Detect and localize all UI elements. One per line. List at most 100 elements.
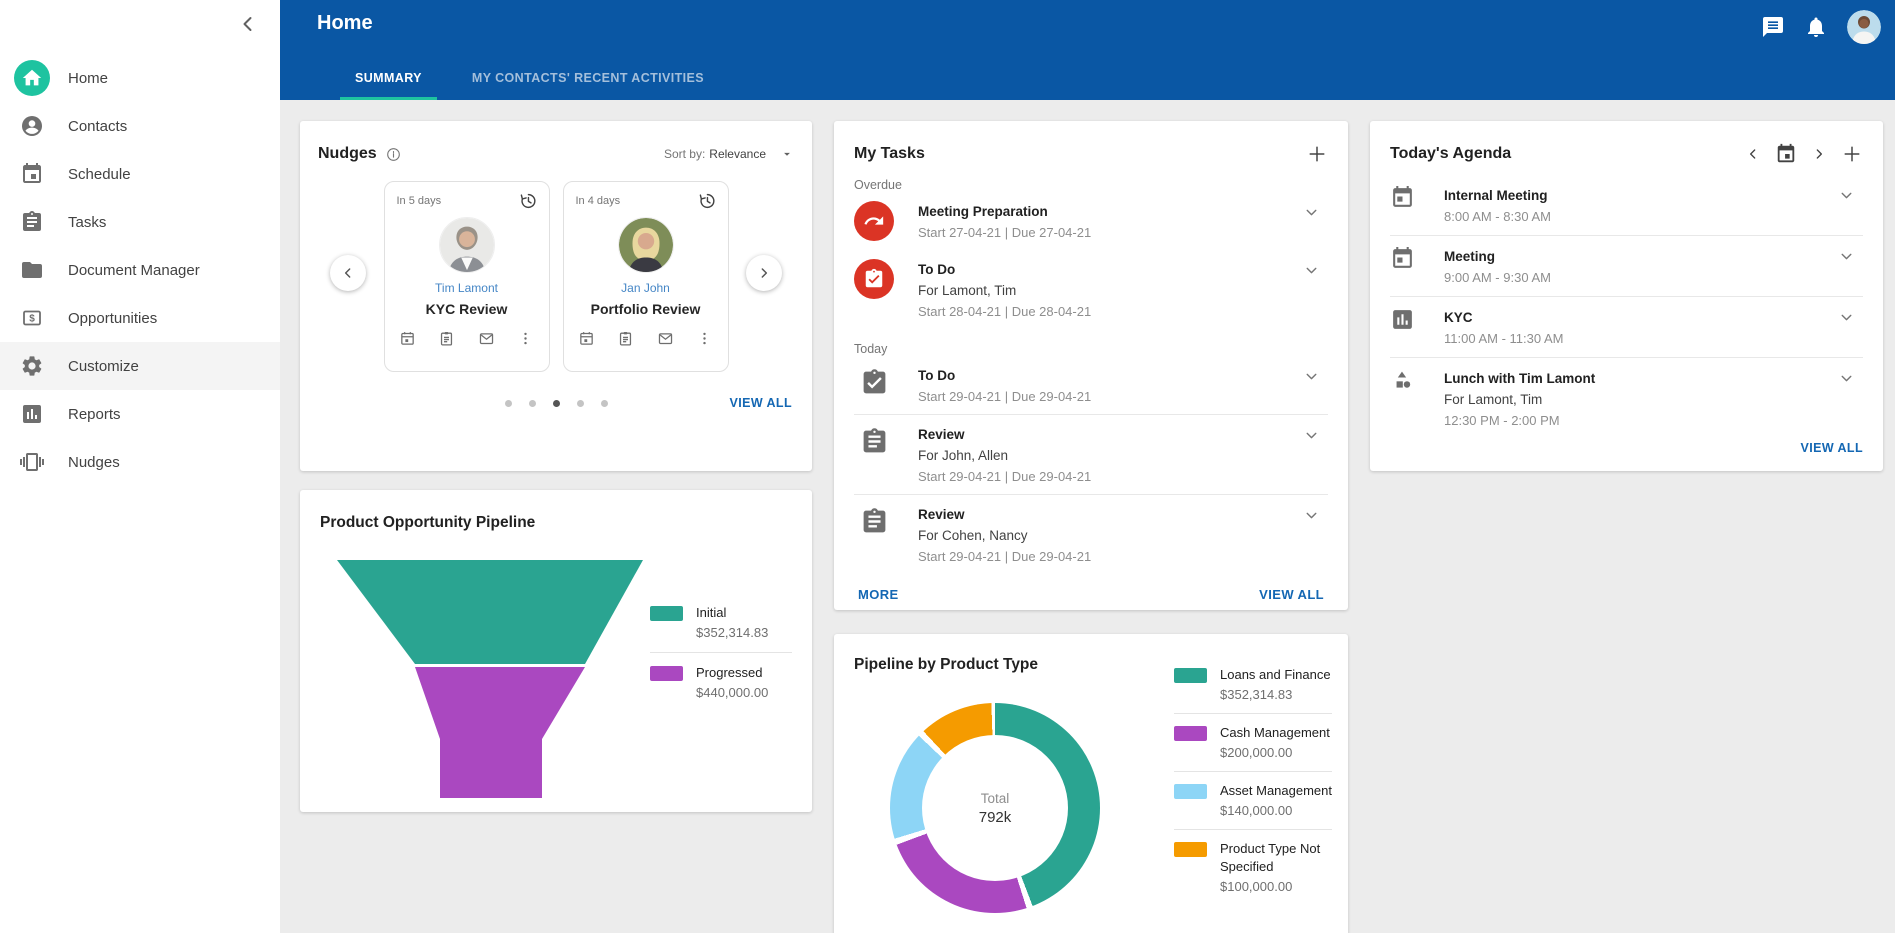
nudge-topic: KYC Review — [397, 301, 537, 317]
notifications-bell-icon[interactable] — [1804, 15, 1828, 39]
tasks-more-link[interactable]: MORE — [858, 587, 899, 602]
task-dates: Start 29-04-21 | Due 29-04-21 — [918, 386, 1091, 407]
carousel-dot[interactable] — [529, 400, 536, 407]
carousel-dot[interactable] — [601, 400, 608, 407]
task-row[interactable]: To Do For Lamont, Tim Start 28-04-21 | D… — [854, 250, 1328, 329]
nudge-due-label: In 4 days — [576, 195, 621, 207]
more-options-kebab-icon[interactable] — [517, 330, 534, 347]
email-action-icon[interactable] — [657, 330, 674, 347]
sidebar-item-label: Opportunities — [68, 310, 157, 327]
sidebar-item-label: Customize — [68, 358, 139, 375]
expand-chevron-icon[interactable] — [1838, 309, 1855, 326]
tasks-view-all-link[interactable]: VIEW ALL — [1259, 587, 1324, 602]
calendar-icon — [14, 156, 50, 192]
nudges-view-all-link[interactable]: VIEW ALL — [730, 396, 792, 410]
expand-chevron-icon[interactable] — [1303, 427, 1320, 444]
agenda-calendar-icon[interactable] — [1775, 143, 1797, 165]
sidebar-item-tasks[interactable]: Tasks — [0, 198, 280, 246]
more-options-kebab-icon[interactable] — [696, 330, 713, 347]
sidebar-item-home[interactable]: Home — [0, 54, 280, 102]
donut-chart-title: Pipeline by Product Type — [854, 656, 1038, 674]
agenda-prev-day-icon[interactable] — [1745, 146, 1761, 162]
opportunity-pipeline-card: Product Opportunity Pipeline Initial $35… — [300, 490, 812, 812]
funnel-legend: Initial $352,314.83 Progressed $440,000.… — [650, 593, 792, 712]
agenda-add-plus-icon[interactable] — [1841, 143, 1863, 165]
chat-icon[interactable] — [1761, 15, 1785, 39]
tab-recent-activities[interactable]: MY CONTACTS' RECENT ACTIVITIES — [457, 71, 719, 100]
pipeline-by-product-type-card: Pipeline by Product Type Total 792k Loan… — [834, 634, 1348, 933]
page-title: Home — [317, 12, 373, 35]
schedule-action-icon[interactable] — [399, 330, 416, 347]
carousel-dot[interactable] — [577, 400, 584, 407]
expand-chevron-icon[interactable] — [1303, 204, 1320, 221]
agenda-row[interactable]: Lunch with Tim Lamont For Lamont, Tim 12… — [1390, 357, 1863, 439]
legend-item-initial: Initial $352,314.83 — [650, 593, 792, 652]
sidebar-item-document-manager[interactable]: Document Manager — [0, 246, 280, 294]
legend-value: $140,000.00 — [1220, 802, 1332, 819]
tasks-section-overdue: Overdue — [854, 178, 1328, 192]
task-row[interactable]: Review For John, Allen Start 29-04-21 | … — [854, 414, 1328, 494]
expand-chevron-icon[interactable] — [1838, 187, 1855, 204]
email-action-icon[interactable] — [478, 330, 495, 347]
carousel-prev-button[interactable] — [330, 255, 366, 291]
nudge-card-kyc-review[interactable]: In 5 days Tim Lamont — [384, 181, 550, 372]
funnel-chart-title: Product Opportunity Pipeline — [320, 514, 535, 532]
expand-chevron-icon[interactable] — [1838, 248, 1855, 265]
user-avatar[interactable] — [1847, 10, 1881, 44]
task-action-icon[interactable] — [438, 330, 455, 347]
event-time: 12:30 PM - 2:00 PM — [1444, 410, 1595, 431]
agenda-row[interactable]: Internal Meeting 8:00 AM - 8:30 AM — [1390, 175, 1863, 235]
sidebar-item-reports[interactable]: Reports — [0, 390, 280, 438]
carousel-dot-active[interactable] — [553, 400, 560, 407]
legend-label: Asset Management — [1220, 783, 1332, 798]
task-title: To Do — [918, 259, 1091, 280]
agenda-view-all-link[interactable]: VIEW ALL — [1801, 441, 1863, 455]
sidebar-item-opportunities[interactable]: $ Opportunities — [0, 294, 280, 342]
overdue-todo-icon — [854, 259, 894, 299]
expand-chevron-icon[interactable] — [1303, 262, 1320, 279]
schedule-action-icon[interactable] — [578, 330, 595, 347]
agenda-next-day-icon[interactable] — [1811, 146, 1827, 162]
task-row[interactable]: Review For Cohen, Nancy Start 29-04-21 |… — [854, 494, 1328, 574]
nudges-card: Nudges Sort by: Relevance — [300, 121, 812, 471]
history-icon[interactable] — [519, 192, 537, 210]
tab-summary[interactable]: SUMMARY — [340, 71, 437, 100]
expand-chevron-icon[interactable] — [1838, 370, 1855, 387]
event-assignee: For Lamont, Tim — [1444, 389, 1595, 410]
sidebar-collapse-button[interactable] — [236, 12, 260, 36]
carousel-dot[interactable] — [505, 400, 512, 407]
agenda-row[interactable]: Meeting 9:00 AM - 9:30 AM — [1390, 235, 1863, 296]
tasks-section-today: Today — [854, 342, 1328, 356]
agenda-row[interactable]: KYC 11:00 AM - 11:30 AM — [1390, 296, 1863, 357]
history-icon[interactable] — [698, 192, 716, 210]
donut-chart: Total 792k — [890, 703, 1100, 913]
task-row[interactable]: Meeting Preparation Start 27-04-21 | Due… — [854, 192, 1328, 250]
add-task-plus-icon[interactable] — [1306, 143, 1328, 165]
event-calendar-icon — [1390, 185, 1415, 210]
carousel-next-button[interactable] — [746, 255, 782, 291]
contact-name-link[interactable]: Tim Lamont — [397, 281, 537, 295]
legend-swatch — [650, 666, 683, 681]
sidebar-item-nudges[interactable]: Nudges — [0, 438, 280, 486]
sidebar-item-customize[interactable]: Customize — [0, 342, 280, 390]
dollar-box-icon: $ — [14, 300, 50, 336]
event-calendar-icon — [1390, 246, 1415, 271]
nudge-card-portfolio-review[interactable]: In 4 days Jan John — [563, 181, 729, 372]
task-row[interactable]: To Do Start 29-04-21 | Due 29-04-21 — [854, 356, 1328, 414]
shapes-icon — [1390, 368, 1415, 393]
contacts-icon — [14, 108, 50, 144]
expand-chevron-icon[interactable] — [1303, 507, 1320, 524]
sort-by-value: Relevance — [709, 147, 766, 161]
sidebar-item-schedule[interactable]: Schedule — [0, 150, 280, 198]
sort-by-control[interactable]: Sort by: Relevance — [664, 147, 794, 161]
task-dates: Start 28-04-21 | Due 28-04-21 — [918, 301, 1091, 322]
expand-chevron-icon[interactable] — [1303, 368, 1320, 385]
legend-item-cash-management: Cash Management $200,000.00 — [1174, 713, 1332, 771]
contact-name-link[interactable]: Jan John — [576, 281, 716, 295]
app-window: Home Contacts Schedule Tasks Doc — [0, 0, 1895, 933]
info-icon[interactable] — [386, 147, 401, 162]
legend-value: $100,000.00 — [1220, 878, 1332, 895]
sidebar-item-contacts[interactable]: Contacts — [0, 102, 280, 150]
review-clipboard-icon — [860, 427, 889, 456]
task-action-icon[interactable] — [617, 330, 634, 347]
